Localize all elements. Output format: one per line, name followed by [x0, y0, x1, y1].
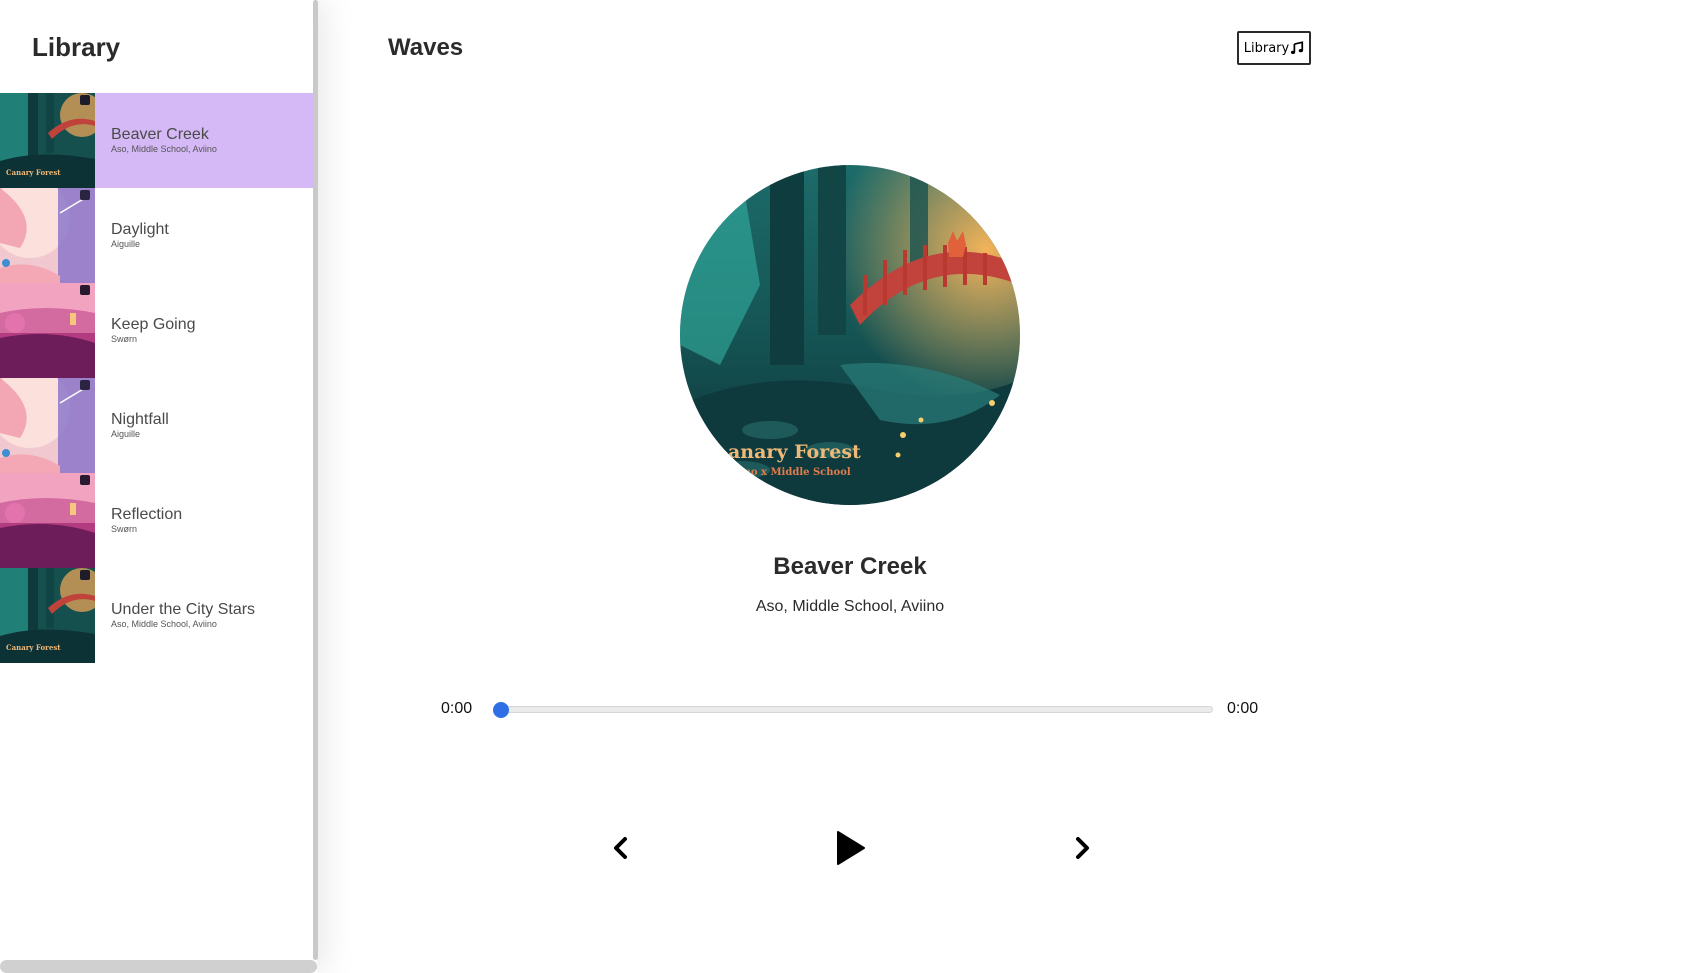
song-name: Under the City Stars [111, 601, 256, 618]
song-name: Beaver Creek [111, 126, 209, 143]
track-artist: Aso, Middle School, Aviino [755, 598, 945, 615]
play-icon[interactable] [834, 830, 866, 866]
chevron-left-icon[interactable] [611, 836, 629, 860]
song-thumbnail [0, 283, 95, 378]
song-artist: Swørn [111, 334, 138, 344]
library-song-item[interactable]: Keep Going Swørn [0, 283, 317, 378]
library-song-item[interactable]: Reflection Swørn [0, 473, 317, 568]
song-thumbnail-art: Canary Forest [0, 568, 95, 663]
song-thumbnail-art [0, 188, 95, 283]
song-name: Keep Going [111, 316, 196, 333]
song-info: Keep Going Swørn [95, 316, 196, 345]
song-name: Nightfall [111, 411, 169, 428]
svg-text:Canary Forest: Canary Forest [6, 168, 61, 177]
vertical-scrollbar[interactable] [313, 0, 318, 960]
track-title: Beaver Creek [773, 553, 927, 580]
song-thumbnail [0, 378, 95, 473]
seek-bar[interactable] [500, 706, 1213, 713]
library-song-item[interactable]: Canary Forest Under the City Stars Aso, Mi… [0, 568, 317, 663]
song-artist: Swørn [111, 524, 138, 534]
song-name: Reflection [111, 506, 183, 523]
app-title: Waves [388, 34, 464, 61]
song-info: Reflection Swørn [95, 506, 182, 535]
music-player-app: Library Canary Forest Beaver Creek Aso, Mi… [0, 0, 1695, 973]
album-cover-artwork: anary Forest iino x Middle School [680, 165, 1020, 505]
song-thumbnail-art: Canary Forest [0, 93, 95, 188]
song-thumbnail-art [0, 378, 95, 473]
chevron-right-icon[interactable] [1074, 836, 1092, 860]
library-panel: Library Canary Forest Beaver Creek Aso, Mi… [0, 0, 318, 973]
song-name: Daylight [111, 221, 169, 238]
song-info: Beaver Creek Aso, Middle School, Aviino [95, 126, 217, 155]
library-button-label: Library [1243, 40, 1290, 56]
music-note-icon [1291, 41, 1304, 55]
library-title: Library [32, 32, 121, 62]
song-info: Daylight Aiguille [95, 221, 169, 250]
library-song-item[interactable]: Canary Forest Beaver Creek Aso, Middle Sch… [0, 93, 317, 188]
current-time: 0:00 [441, 700, 473, 717]
song-thumbnail-art [0, 473, 95, 568]
song-thumbnail [0, 188, 95, 283]
song-info: Under the City Stars Aso, Middle School, … [95, 601, 255, 630]
song-thumbnail [0, 473, 95, 568]
library-toggle-button[interactable]: Library [1237, 31, 1311, 65]
horizontal-scrollbar[interactable] [0, 960, 317, 973]
song-artist: Aiguille [111, 239, 141, 249]
song-artist: Aso, Middle School, Aviino [111, 619, 217, 629]
album-cover: anary Forest iino x Middle School [680, 165, 1020, 505]
library-song-item[interactable]: Nightfall Aiguille [0, 378, 317, 473]
song-thumbnail-art [0, 283, 95, 378]
duration-time: 0:00 [1227, 700, 1259, 717]
song-artist: Aiguille [111, 429, 141, 439]
cover-subtitle-text: iino x Middle School [736, 467, 851, 478]
svg-text:Canary Forest: Canary Forest [6, 643, 61, 652]
song-thumbnail: Canary Forest [0, 568, 95, 663]
library-song-item[interactable]: Daylight Aiguille [0, 188, 317, 283]
seek-thumb[interactable] [493, 702, 509, 718]
song-artist: Aso, Middle School, Aviino [111, 144, 217, 154]
song-list: Canary Forest Beaver Creek Aso, Middle Sch… [0, 93, 317, 663]
cover-title-text: anary Forest [728, 441, 861, 463]
song-thumbnail: Canary Forest [0, 93, 95, 188]
song-info: Nightfall Aiguille [95, 411, 169, 440]
